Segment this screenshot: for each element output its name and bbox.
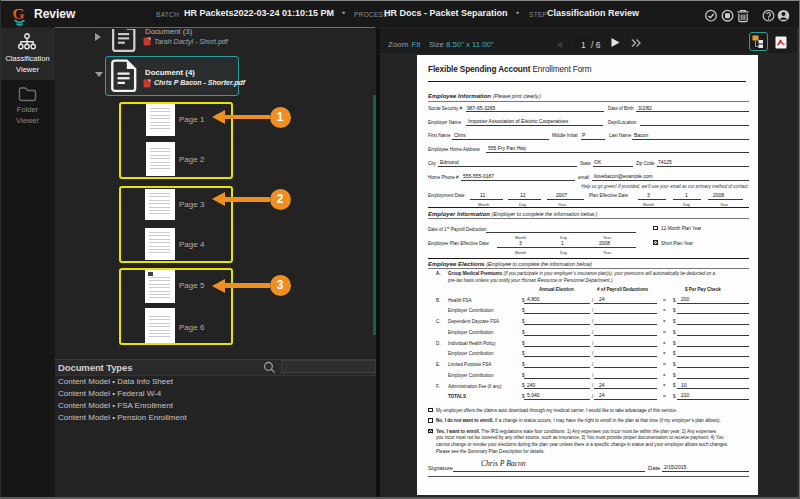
svg-text:G: G bbox=[13, 5, 25, 22]
